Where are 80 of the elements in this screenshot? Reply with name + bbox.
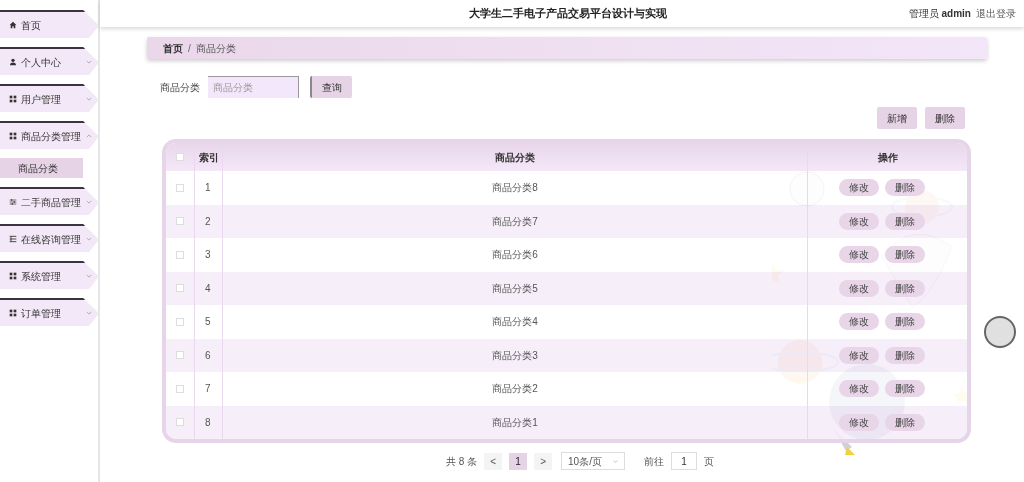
edit-button[interactable]: 修改 [838, 179, 879, 197]
page-input[interactable]: 1 [671, 452, 698, 470]
delete-button[interactable]: 删除 [925, 107, 965, 129]
column-header: 操作 [877, 150, 898, 165]
table-cell-text: 商品分类3 [492, 348, 538, 363]
breadcrumb-item[interactable]: 首页 [163, 40, 183, 56]
search-field[interactable]: 商品分类 [208, 76, 299, 98]
checkbox[interactable] [176, 384, 184, 393]
home-icon [9, 21, 17, 29]
delete-button[interactable]: 删除 [884, 346, 925, 364]
sidebar-item[interactable]: 商品分类管理 [0, 121, 99, 149]
checkbox[interactable] [176, 418, 184, 427]
edit-button[interactable]: 修改 [838, 313, 879, 331]
delete-button[interactable]: 删除 [884, 179, 925, 197]
table-cell-text: 2 [205, 214, 211, 229]
sidebar-item[interactable]: 个人中心 [0, 47, 99, 75]
delete-button[interactable]: 删除 [884, 212, 925, 230]
sidebar-item[interactable]: 在线咨询管理 [0, 224, 99, 252]
column-header: 商品分类 [495, 150, 535, 165]
checkbox[interactable] [176, 217, 184, 226]
chevron-down-icon [613, 459, 619, 463]
checkbox[interactable] [176, 351, 184, 360]
add-button[interactable]: 新增 [877, 107, 917, 129]
sidebar-item[interactable]: 订单管理 [0, 298, 99, 326]
table-cell-text: 5 [205, 315, 211, 330]
delete-button[interactable]: 删除 [884, 246, 925, 264]
search-label: 商品分类 [160, 80, 200, 95]
table-cell-text: 7 [205, 382, 211, 397]
grid-icon [9, 95, 17, 103]
grid-icon [9, 272, 17, 280]
column-header: 索引 [199, 150, 219, 165]
edit-button[interactable]: 修改 [838, 346, 879, 364]
goto-suffix: 页 [704, 454, 715, 469]
checkbox[interactable] [176, 284, 184, 293]
logout-link[interactable]: 退出登录 [976, 6, 1016, 21]
table-cell-text: 4 [205, 281, 211, 296]
table-cell-text: 商品分类6 [492, 248, 538, 263]
table-cell-text: 商品分类8 [492, 181, 538, 196]
sidebar-item[interactable]: 二手商品管理 [0, 187, 99, 215]
table-cell-text: 8 [205, 415, 211, 430]
breadcrumb-separator: / [188, 41, 191, 56]
user-label: 管理员 admin [908, 7, 971, 21]
total-count: 共 8 条 [445, 454, 478, 469]
sidebar-item[interactable]: 首页 [0, 10, 99, 38]
page-button[interactable]: 1 [509, 452, 528, 470]
checkbox[interactable] [176, 317, 184, 326]
delete-button[interactable]: 删除 [884, 380, 925, 398]
grid-icon [9, 132, 17, 140]
edit-button[interactable]: 修改 [838, 279, 879, 297]
sidebar-item[interactable]: 用户管理 [0, 84, 99, 112]
search-button[interactable]: 查询 [310, 76, 352, 98]
page-size-select[interactable]: 10条/页 [561, 452, 626, 470]
table-cell-text: 1 [205, 181, 211, 196]
prev-page-button[interactable]: < [484, 452, 503, 470]
site-title: 大学生二手电子产品交易平台设计与实现 [469, 6, 668, 22]
table-cell-text: 6 [205, 348, 211, 363]
table-cell-text: 商品分类4 [492, 315, 538, 330]
table-cell-text: 3 [205, 248, 211, 263]
edit-button[interactable]: 修改 [838, 413, 879, 431]
delete-button[interactable]: 删除 [884, 313, 925, 331]
checkbox[interactable] [176, 250, 184, 259]
sidebar-subitem[interactable]: 商品分类 [0, 158, 83, 178]
table-cell-text: 商品分类1 [492, 415, 538, 430]
list-icon [9, 235, 17, 243]
checkbox[interactable] [176, 153, 184, 161]
edit-button[interactable]: 修改 [838, 246, 879, 264]
delete-button[interactable]: 删除 [884, 279, 925, 297]
goto-label: 前往 [644, 454, 665, 469]
table-cell-text: 商品分类2 [492, 382, 538, 397]
table-cell-text: 商品分类5 [492, 281, 538, 296]
checkbox[interactable] [176, 183, 184, 192]
breadcrumb-item[interactable]: 商品分类 [195, 40, 236, 56]
edit-button[interactable]: 修改 [838, 380, 879, 398]
sidebar-item[interactable]: 系统管理 [0, 261, 99, 289]
grid-icon [9, 309, 17, 317]
person-icon [9, 58, 17, 66]
next-page-button[interactable]: > [534, 452, 553, 470]
delete-button[interactable]: 删除 [884, 413, 925, 431]
edit-button[interactable]: 修改 [838, 212, 879, 230]
table-cell-text: 商品分类7 [492, 214, 538, 229]
